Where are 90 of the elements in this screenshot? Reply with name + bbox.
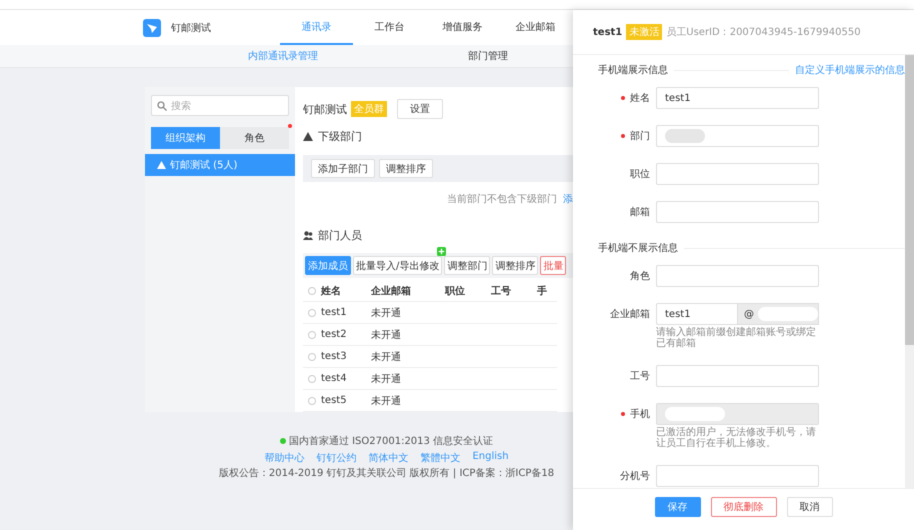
- scroll-thumb[interactable]: [905, 55, 914, 345]
- customize-link[interactable]: 自定义手机端展示的信息: [795, 63, 905, 77]
- footer-link[interactable]: 繁體中文: [420, 451, 460, 465]
- sidebar-tab[interactable]: 角色: [220, 127, 289, 149]
- field-label: 手机: [630, 408, 650, 421]
- table-cell: test2: [321, 324, 371, 346]
- section-heading: 部门人员: [318, 228, 362, 243]
- people-icon: [303, 231, 313, 240]
- add-link[interactable]: 添: [563, 192, 573, 206]
- select-all-checkbox[interactable]: [308, 286, 316, 294]
- scrollbar[interactable]: [905, 55, 914, 488]
- settings-button[interactable]: 设置: [397, 99, 443, 119]
- table-cell: test3: [321, 346, 371, 368]
- toolbar-button[interactable]: 调整排序: [492, 256, 538, 275]
- footer-link[interactable]: English: [472, 451, 509, 465]
- row-checkbox[interactable]: [308, 308, 316, 316]
- field-hint: 请输入邮箱前缀创建邮箱账号或绑定已有邮箱: [656, 327, 817, 349]
- search-icon: [157, 100, 167, 110]
- org-icon: [157, 161, 166, 169]
- toolbar-button[interactable]: 添加子部门: [311, 159, 375, 178]
- row-checkbox[interactable]: [308, 396, 316, 404]
- table-cell: 未开通: [371, 302, 445, 324]
- field-label: 角色: [630, 270, 650, 283]
- input-field[interactable]: [656, 125, 819, 147]
- app-name: 钉邮测试: [171, 22, 211, 34]
- tree-item[interactable]: 钉邮测试 (5人): [145, 154, 295, 176]
- row-checkbox[interactable]: [308, 352, 316, 360]
- field-label: 姓名: [630, 92, 650, 105]
- footer-link[interactable]: 钉钉公约: [316, 451, 356, 465]
- empty-note: 当前部门不包含下级部门: [447, 192, 557, 206]
- nav-tab[interactable]: 企业邮箱: [499, 10, 572, 45]
- column-header: 企业邮箱: [371, 280, 445, 302]
- input-field[interactable]: [656, 265, 819, 287]
- column-header: 工号: [491, 280, 537, 302]
- at-sign: @: [744, 308, 754, 320]
- field-label: 企业邮箱: [610, 308, 650, 321]
- toolbar-button[interactable]: 调整排序: [379, 159, 433, 178]
- field-label: 分机号: [620, 470, 650, 483]
- table-cell: 未开通: [371, 390, 445, 412]
- nav-tab[interactable]: 工作台: [353, 10, 426, 45]
- row-checkbox[interactable]: [308, 330, 316, 338]
- table-cell: 未开通: [371, 324, 445, 346]
- table-cell: test4: [321, 368, 371, 390]
- field-label: 部门: [630, 130, 650, 143]
- column-header: 手: [537, 280, 557, 302]
- subnav-tab[interactable]: 部门管理: [468, 49, 508, 63]
- column-header: 姓名: [321, 280, 371, 302]
- input-field[interactable]: test1: [656, 87, 819, 109]
- column-header: 职位: [445, 280, 491, 302]
- toolbar-button[interactable]: 批量: [540, 256, 566, 275]
- section-title: 手机端不展示信息: [598, 242, 678, 255]
- input-field[interactable]: [656, 201, 819, 223]
- search-placeholder: 搜索: [171, 100, 191, 112]
- action-button[interactable]: 保存: [654, 496, 700, 516]
- footer-link[interactable]: 帮助中心: [264, 451, 304, 465]
- input-field[interactable]: test1: [656, 303, 738, 325]
- table-cell: test1: [321, 302, 371, 324]
- status-badge: 未激活: [626, 24, 662, 40]
- subnav-tab[interactable]: 内部通讯录管理: [248, 49, 318, 63]
- toolbar-button[interactable]: 添加成员: [305, 256, 351, 275]
- section-heading: 下级部门: [318, 129, 362, 144]
- section-title: 手机端展示信息: [598, 64, 668, 77]
- field-label: 邮箱: [630, 206, 650, 219]
- table-cell: 未开通: [371, 346, 445, 368]
- field-label: 职位: [630, 168, 650, 181]
- row-checkbox[interactable]: [308, 374, 316, 382]
- field-hint: 已激活的用户，无法修改手机号，请让员工自行在手机上修改。: [656, 427, 817, 449]
- input-field[interactable]: [656, 163, 819, 185]
- field-label: 工号: [630, 370, 650, 383]
- footer-link[interactable]: 简体中文: [368, 451, 408, 465]
- table-cell: 未开通: [371, 368, 445, 390]
- nav-tab[interactable]: 增值服务: [426, 10, 499, 45]
- input-field[interactable]: [656, 465, 819, 487]
- input-field[interactable]: [656, 365, 819, 387]
- search-field[interactable]: 搜索: [151, 95, 289, 116]
- logo-icon: [143, 18, 161, 36]
- toolbar-button[interactable]: 批量导入/导出修改: [353, 256, 442, 275]
- group-badge: 全员群: [351, 101, 387, 117]
- toolbar-button[interactable]: 调整部门: [444, 256, 490, 275]
- certification-text: 国内首家通过 ISO27001:2013 信息安全认证: [288, 434, 494, 448]
- user-id: 员工UserID：2007043945-1679940550: [666, 26, 861, 39]
- sidebar-tab[interactable]: 组织架构: [151, 127, 220, 149]
- member-name: test1: [593, 26, 622, 38]
- department-title: 钉邮测试: [303, 102, 347, 116]
- copyright-text: 版权公告：2014-2019 钉钉及其关联公司 版权所有 | ICP备案：浙ICP备18: [218, 468, 554, 480]
- table-cell: test5: [321, 390, 371, 412]
- org-icon: [303, 132, 313, 141]
- status-dot: [280, 438, 286, 444]
- action-button[interactable]: 彻底删除: [710, 496, 776, 516]
- action-button[interactable]: 取消: [786, 496, 832, 516]
